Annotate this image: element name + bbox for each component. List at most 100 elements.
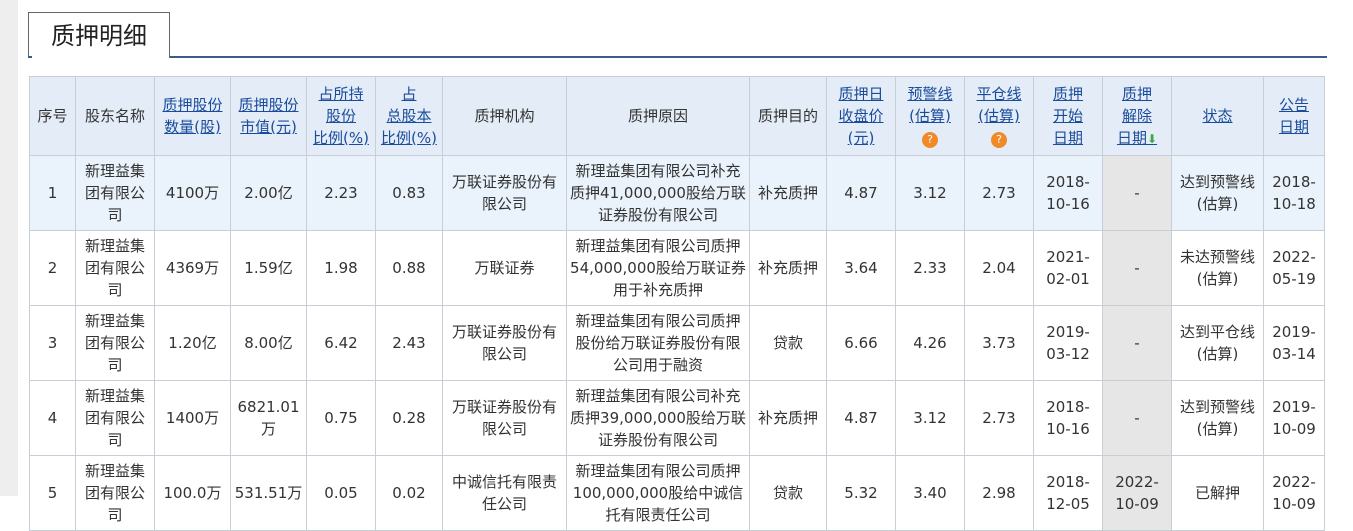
- pledge-detail-table: 序号 股东名称 质押股份 数量(股) 质押股份 市值(元) 占所持 股份 比例(%) 占总股本 比例…: [29, 76, 1325, 531]
- cell-org: 万联证券股份有限公司: [442, 380, 567, 456]
- column-header-label: 质押目的: [757, 107, 818, 125]
- cell-shares: 4369万: [154, 230, 231, 306]
- sort-down-icon[interactable]: ⬇: [1147, 132, 1157, 146]
- cell-seq: 5: [29, 455, 76, 531]
- cell-liq: 2.04: [964, 230, 1034, 306]
- cell-warn: 4.26: [895, 305, 965, 381]
- column-header-label: 质押机构: [474, 107, 535, 125]
- cell-reason: 新理益集团有限公司补充质押39,000,000股给万联证券股份有限公司: [566, 380, 750, 456]
- cell-announce: 2019-10-09: [1263, 380, 1325, 456]
- cell-holder: 新理益集团有限公司: [75, 155, 155, 231]
- column-header-label: 占所持: [318, 85, 364, 103]
- column-header-start[interactable]: 质押 开始 日期: [1033, 76, 1103, 156]
- column-header-status[interactable]: 状态: [1171, 76, 1264, 156]
- cell-status: 达到预警线(估算): [1171, 380, 1264, 456]
- table-row: 2 新理益集团有限公司 4369万 1.59亿 1.98 0.88 万联证券 新理益集团有限公…: [29, 230, 1325, 306]
- cell-release: -: [1102, 380, 1172, 456]
- column-header-label: 日期: [1278, 118, 1309, 136]
- section-tab-title[interactable]: 质押明细: [28, 12, 170, 58]
- cell-holder: 新理益集团有限公司: [75, 305, 155, 381]
- table-row: 5 新理益集团有限公司 100.0万 531.51万 0.05 0.02 中诚信托有限责任公…: [29, 455, 1325, 531]
- cell-value: 531.51万: [230, 455, 307, 531]
- column-header-release[interactable]: 质押 解除 日期⬇: [1102, 76, 1172, 156]
- cell-org: 万联证券股份有限公司: [442, 305, 567, 381]
- cell-start: 2021-02-01: [1033, 230, 1103, 306]
- cell-purpose: 贷款: [749, 455, 827, 531]
- cell-shares: 1400万: [154, 380, 231, 456]
- column-header-seq: 序号: [29, 76, 76, 156]
- cell-liq: 3.73: [964, 305, 1034, 381]
- help-icon[interactable]: ?: [922, 132, 938, 148]
- cell-pct_total: 0.28: [375, 380, 443, 456]
- column-header-close[interactable]: 质押日 收盘价 (元): [826, 76, 896, 156]
- cell-pct_hold: 6.42: [306, 305, 376, 381]
- column-header-label: 数量(股): [164, 118, 221, 136]
- column-header-label: 状态: [1202, 107, 1233, 125]
- column-header-liq[interactable]: 平仓线 (估算)?: [964, 76, 1034, 156]
- cell-warn: 3.12: [895, 155, 965, 231]
- cell-pct_total: 0.88: [375, 230, 443, 306]
- cell-close: 4.87: [826, 380, 896, 456]
- column-header-label: 日期: [1116, 128, 1147, 147]
- table-row: 3 新理益集团有限公司 1.20亿 8.00亿 6.42 2.43 万联证券股份有限公司 新理…: [29, 305, 1325, 381]
- cell-release: 2022-10-09: [1102, 455, 1172, 531]
- cell-liq: 2.98: [964, 455, 1034, 531]
- column-header-pct_hold[interactable]: 占所持 股份 比例(%): [306, 76, 376, 156]
- column-header-label: (估算): [978, 107, 1020, 125]
- cell-value: 6821.01万: [230, 380, 307, 456]
- cell-purpose: 补充质押: [749, 230, 827, 306]
- cell-status: 已解押: [1171, 455, 1264, 531]
- cell-close: 5.32: [826, 455, 896, 531]
- column-header-label: 占: [401, 85, 417, 103]
- column-header-pct_total[interactable]: 占总股本 比例(%): [375, 76, 443, 156]
- column-header-value[interactable]: 质押股份市值(元): [230, 76, 307, 156]
- column-header-label: 序号: [37, 107, 68, 125]
- cell-value: 1.59亿: [230, 230, 307, 306]
- cell-start: 2018-10-16: [1033, 380, 1103, 456]
- cell-status: 达到预警线(估算): [1171, 155, 1264, 231]
- cell-start: 2019-03-12: [1033, 305, 1103, 381]
- tab-underline-left: [28, 56, 32, 58]
- column-header-label: 质押: [1121, 84, 1152, 103]
- cell-close: 6.66: [826, 305, 896, 381]
- cell-purpose: 贷款: [749, 305, 827, 381]
- column-header-label: 质押: [1052, 85, 1083, 103]
- cell-purpose: 补充质押: [749, 380, 827, 456]
- table-body: 1 新理益集团有限公司 4100万 2.00亿 2.23 0.83 万联证券股份有限公司 新理…: [29, 155, 1325, 531]
- column-header-holder: 股东名称: [75, 76, 155, 156]
- help-icon[interactable]: ?: [991, 132, 1007, 148]
- cell-liq: 2.73: [964, 380, 1034, 456]
- cell-pct_total: 0.83: [375, 155, 443, 231]
- column-header-purpose: 质押目的: [749, 76, 827, 156]
- table-row: 1 新理益集团有限公司 4100万 2.00亿 2.23 0.83 万联证券股份有限公司 新理…: [29, 155, 1325, 231]
- column-header-label: 股份: [325, 107, 356, 125]
- cell-holder: 新理益集团有限公司: [75, 230, 155, 306]
- cell-seq: 3: [29, 305, 76, 381]
- cell-warn: 2.33: [895, 230, 965, 306]
- column-header-label: 市值(元): [240, 118, 297, 136]
- cell-shares: 4100万: [154, 155, 231, 231]
- cell-start: 2018-10-16: [1033, 155, 1103, 231]
- column-header-label: 日期: [1052, 129, 1083, 147]
- column-header-label: 开始: [1052, 107, 1083, 125]
- column-header-label: 质押股份: [162, 96, 223, 114]
- cell-status: 达到平仓线(估算): [1171, 305, 1264, 381]
- cell-seq: 4: [29, 380, 76, 456]
- cell-shares: 100.0万: [154, 455, 231, 531]
- column-header-warn[interactable]: 预警线 (估算)?: [895, 76, 965, 156]
- cell-pct_hold: 1.98: [306, 230, 376, 306]
- pledge-table-container: 序号 股东名称 质押股份 数量(股) 质押股份 市值(元) 占所持 股份 比例(%) 占总股本 比例…: [29, 76, 1325, 531]
- cell-pct_total: 2.43: [375, 305, 443, 381]
- cell-announce: 2022-10-09: [1263, 455, 1325, 531]
- cell-start: 2018-12-05: [1033, 455, 1103, 531]
- cell-announce: 2022-05-19: [1263, 230, 1325, 306]
- column-header-label: 预警线: [907, 85, 953, 103]
- column-header-label: 平仓线: [976, 85, 1022, 103]
- cell-org: 万联证券: [442, 230, 567, 306]
- column-header-shares[interactable]: 质押股份数量(股): [154, 76, 231, 156]
- column-header-announce[interactable]: 公告 日期: [1263, 76, 1325, 156]
- cell-warn: 3.12: [895, 380, 965, 456]
- cell-release: -: [1102, 230, 1172, 306]
- column-header-label: 质押股份: [238, 96, 299, 114]
- cell-shares: 1.20亿: [154, 305, 231, 381]
